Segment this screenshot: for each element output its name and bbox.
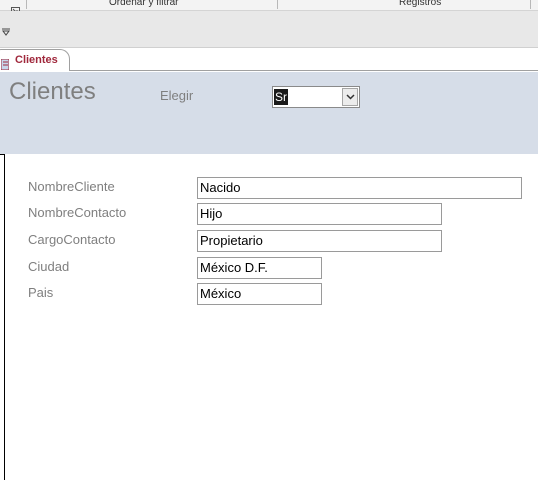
customize-dropdown-icon[interactable]: [1, 22, 11, 36]
ribbon-separator: [277, 0, 278, 9]
form-detail: NombreCliente Nacido NombreContacto Hijo…: [0, 154, 538, 480]
tab-clientes[interactable]: Clientes: [0, 49, 70, 71]
ribbon-separator: [26, 0, 27, 9]
ribbon-group-ordenar-label: Ordenar y filtrar: [109, 0, 179, 8]
elegir-combo-value[interactable]: Sr: [274, 89, 288, 105]
dialog-launcher-icon[interactable]: [11, 0, 20, 15]
pais-field[interactable]: México: [197, 283, 322, 305]
nombre-contacto-label: NombreContacto: [28, 205, 127, 220]
document-tab-strip: Clientes: [0, 48, 538, 71]
pais-label: Pais: [28, 285, 54, 300]
cargo-contacto-label: CargoContacto: [28, 232, 116, 247]
ribbon-group-labels: Ordenar y filtrar Registros: [0, 0, 538, 15]
ciudad-label: Ciudad: [28, 259, 70, 274]
nombre-cliente-field[interactable]: Nacido: [197, 177, 522, 199]
quick-access-bar: [0, 11, 538, 48]
elegir-combo-box[interactable]: Sr: [272, 86, 360, 108]
tab-label: Clientes: [15, 54, 58, 66]
chevron-down-icon: [346, 94, 355, 100]
form-title: Clientes: [9, 78, 96, 105]
cargo-contacto-field[interactable]: Propietario: [197, 230, 442, 252]
record-selector[interactable]: [0, 154, 5, 480]
form-header: Clientes Elegir Sr: [0, 72, 538, 154]
elegir-label: Elegir: [160, 88, 194, 103]
nombre-contacto-field[interactable]: Hijo: [197, 203, 442, 225]
ciudad-field[interactable]: México D.F.: [197, 257, 322, 279]
nombre-cliente-label: NombreCliente: [28, 179, 115, 194]
form-icon: [0, 55, 10, 71]
ribbon-group-registros-label: Registros: [399, 0, 442, 8]
combo-dropdown-button[interactable]: [342, 88, 358, 106]
ribbon-separator: [530, 0, 531, 9]
